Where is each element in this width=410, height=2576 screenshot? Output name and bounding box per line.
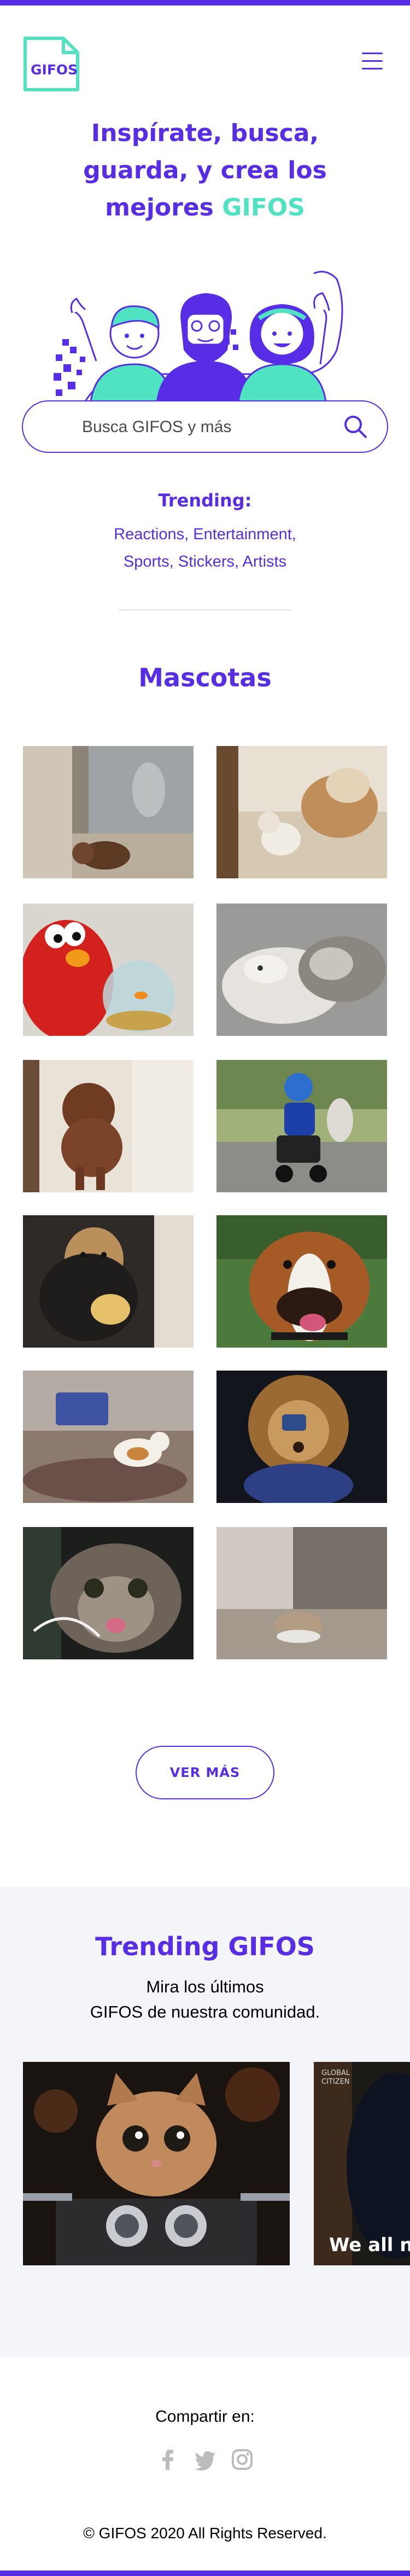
hero-title-line-1: Inspírate, busca, <box>91 119 319 147</box>
gifos-logo[interactable]: GIFOS <box>23 36 80 92</box>
trending-gifos-title: Trending GIFOS <box>95 1932 315 1961</box>
copyright-text: © GIFOS 2020 All Rights Reserved. <box>83 2525 327 2542</box>
top-accent-bar <box>0 0 410 5</box>
trending-label: Trending: <box>158 490 252 511</box>
term-separator: , <box>184 526 194 543</box>
gif-boxer-dog-panting[interactable] <box>216 1215 387 1348</box>
trending-terms: Reactions, Entertainment, Sports, Sticke… <box>82 521 328 575</box>
section-divider <box>119 609 291 610</box>
gif-poodle-walking[interactable] <box>23 1060 194 1192</box>
gif-cat-in-doorway[interactable] <box>216 1527 387 1659</box>
gif-caption: We all n <box>329 2234 410 2256</box>
trending-term[interactable]: Stickers <box>178 553 235 570</box>
hero-illustration <box>52 257 348 403</box>
gif-puppy-by-glass-door[interactable] <box>23 746 194 878</box>
share-label: Compartir en: <box>155 2408 255 2426</box>
trending-term[interactable]: Reactions <box>114 526 184 543</box>
logo-icon: GIFOS <box>24 37 79 91</box>
global-citizen-watermark: GLOBAL <box>321 2069 350 2077</box>
twitter-icon[interactable] <box>194 2448 216 2471</box>
trending-term[interactable]: Sports <box>124 553 169 570</box>
term-separator: , <box>291 526 296 543</box>
trending-gifos-section: Trending GIFOS Mira los últimos GIFOS de… <box>0 1887 410 2357</box>
hero-title-line-3: mejores <box>105 194 222 222</box>
trending-gifos-subtitle: Mira los últimos GIFOS de nuestra comuni… <box>55 1974 355 2025</box>
ver-mas-button[interactable]: VER MÁS <box>136 1746 274 1799</box>
logo-text: GIFOS <box>31 62 78 78</box>
hero-title-accent: GIFOS <box>222 194 305 222</box>
trending-gifos-subtitle-line-2: GIFOS de nuestra comunidad. <box>90 2002 320 2021</box>
search-bar <box>22 400 388 453</box>
gif-dog-eating-chip[interactable] <box>23 1215 194 1348</box>
search-icon[interactable] <box>342 413 368 440</box>
term-separator: , <box>169 553 178 570</box>
trending-gif-global-citizen[interactable]: GLOBAL CITIZEN We all n <box>314 2062 410 2265</box>
hero-title: Inspírate, busca, guarda, y crea los mej… <box>33 115 377 226</box>
gif-bulldog-and-puppy[interactable] <box>216 746 387 878</box>
hamburger-icon[interactable] <box>362 53 383 74</box>
gif-child-on-scooter-with-dog[interactable] <box>216 1060 387 1192</box>
term-separator: , <box>235 553 243 570</box>
bottom-accent-bar <box>0 2571 410 2576</box>
facebook-icon[interactable] <box>156 2448 179 2471</box>
hero-title-line-2: guarda, y crea los <box>83 156 327 184</box>
trending-gif-kitten-on-motorcycle[interactable] <box>23 2062 290 2265</box>
trending-gifos-subtitle-line-1: Mira los últimos <box>146 1977 264 1996</box>
results-title: Mascotas <box>138 663 272 692</box>
gif-elmo-with-fishbowl[interactable] <box>23 904 194 1036</box>
instagram-icon[interactable] <box>231 2448 254 2471</box>
gif-cat-tongue-out[interactable] <box>23 1527 194 1659</box>
gif-cat-jumping-at-basket[interactable] <box>23 1371 194 1503</box>
gif-dog-in-lion-costume[interactable] <box>216 1371 387 1503</box>
gif-cat-and-dog-cuddling[interactable] <box>216 904 387 1036</box>
global-citizen-watermark-2: CITIZEN <box>321 2078 350 2086</box>
trending-term[interactable]: Artists <box>243 553 287 570</box>
search-input[interactable] <box>82 416 333 439</box>
trending-term[interactable]: Entertainment <box>193 526 292 543</box>
